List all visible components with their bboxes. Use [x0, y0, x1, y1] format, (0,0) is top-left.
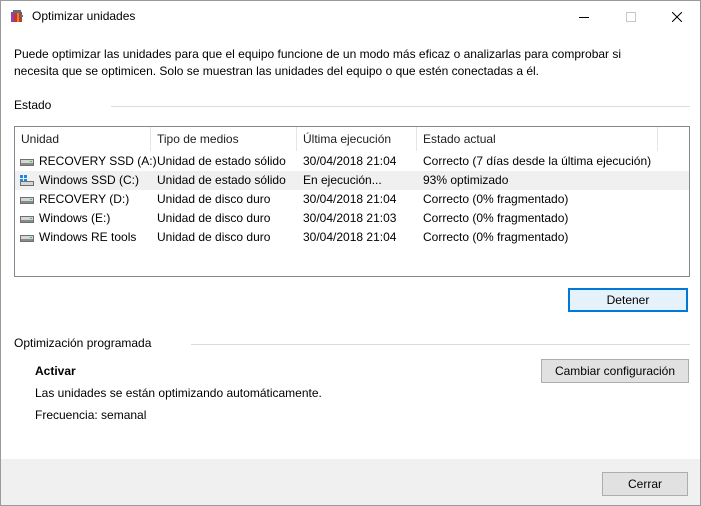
maximize-button — [608, 1, 654, 32]
close-window-button[interactable] — [654, 1, 700, 32]
window-title: Optimizar unidades — [32, 9, 136, 23]
drive-last-run: En ejecución... — [303, 173, 382, 187]
drive-media-type: Unidad de disco duro — [157, 230, 271, 244]
drive-last-run: 30/04/2018 21:03 — [303, 211, 397, 225]
maximize-icon — [626, 11, 636, 22]
scheduled-section-label: Optimización programada — [14, 336, 152, 350]
hard-drive-icon — [20, 159, 34, 166]
scheduled-section-divider — [191, 344, 690, 345]
drive-last-run: 30/04/2018 21:04 — [303, 192, 397, 206]
hard-drive-icon — [20, 216, 34, 223]
optimize-drives-window: Optimizar unidades Puede optimizar las u… — [0, 0, 701, 506]
status-section-label: Estado — [14, 98, 52, 112]
change-settings-button[interactable]: Cambiar configuración — [541, 359, 689, 383]
drive-row[interactable]: RECOVERY SSD (A:) Unidad de estado sólid… — [15, 152, 689, 171]
schedule-state-heading: Activar — [35, 364, 76, 378]
title-bar[interactable]: Optimizar unidades — [1, 1, 700, 32]
status-section-divider — [111, 106, 690, 107]
close-button[interactable]: Cerrar — [602, 472, 688, 496]
drive-media-type: Unidad de disco duro — [157, 192, 271, 206]
column-header-media-type[interactable]: Tipo de medios — [151, 127, 297, 151]
drive-media-type: Unidad de estado sólido — [157, 173, 286, 187]
windows-drive-icon — [20, 175, 34, 186]
drive-media-type: Unidad de disco duro — [157, 211, 271, 225]
drive-row-selected[interactable]: Windows SSD (C:) Unidad de estado sólido… — [15, 171, 689, 190]
column-separator[interactable] — [657, 127, 658, 151]
defrag-app-icon — [11, 10, 23, 22]
hard-drive-icon — [20, 197, 34, 204]
description-text: Puede optimizar las unidades para que el… — [14, 47, 622, 78]
drive-status: Correcto (7 días desde la última ejecuci… — [423, 154, 652, 168]
close-icon — [672, 11, 682, 22]
stop-button[interactable]: Detener — [568, 288, 688, 312]
schedule-frequency-text: Frecuencia: semanal — [35, 408, 147, 422]
hard-drive-icon — [20, 235, 34, 242]
drive-last-run: 30/04/2018 21:04 — [303, 154, 397, 168]
drive-status: Correcto (0% fragmentado) — [423, 211, 569, 225]
drive-media-type: Unidad de estado sólido — [157, 154, 286, 168]
column-header-drive[interactable]: Unidad — [15, 127, 151, 151]
minimize-icon — [579, 16, 589, 18]
drive-status: 93% optimizado — [423, 173, 509, 187]
minimize-button[interactable] — [561, 1, 607, 32]
schedule-info-text: Las unidades se están optimizando automá… — [35, 386, 322, 400]
drive-status: Correcto (0% fragmentado) — [423, 230, 569, 244]
drives-list-header: Unidad Tipo de medios Última ejecución E… — [15, 127, 689, 151]
drive-row[interactable]: RECOVERY (D:) Unidad de disco duro 30/04… — [15, 190, 689, 209]
column-header-status[interactable]: Estado actual — [417, 127, 658, 151]
column-header-last-run[interactable]: Última ejecución — [297, 127, 417, 151]
drives-list[interactable]: Unidad Tipo de medios Última ejecución E… — [14, 126, 690, 277]
drive-name: RECOVERY SSD (A:) — [39, 154, 157, 168]
dialog-footer: Cerrar — [1, 459, 700, 505]
drive-name: Windows (E:) — [39, 211, 111, 225]
drive-name: RECOVERY (D:) — [39, 192, 130, 206]
drive-row[interactable]: Windows RE tools Unidad de disco duro 30… — [15, 228, 689, 247]
drive-status: Correcto (0% fragmentado) — [423, 192, 569, 206]
drive-name: Windows RE tools — [39, 230, 137, 244]
drive-name: Windows SSD (C:) — [39, 173, 140, 187]
drive-row[interactable]: Windows (E:) Unidad de disco duro 30/04/… — [15, 209, 689, 228]
drive-last-run: 30/04/2018 21:04 — [303, 230, 397, 244]
